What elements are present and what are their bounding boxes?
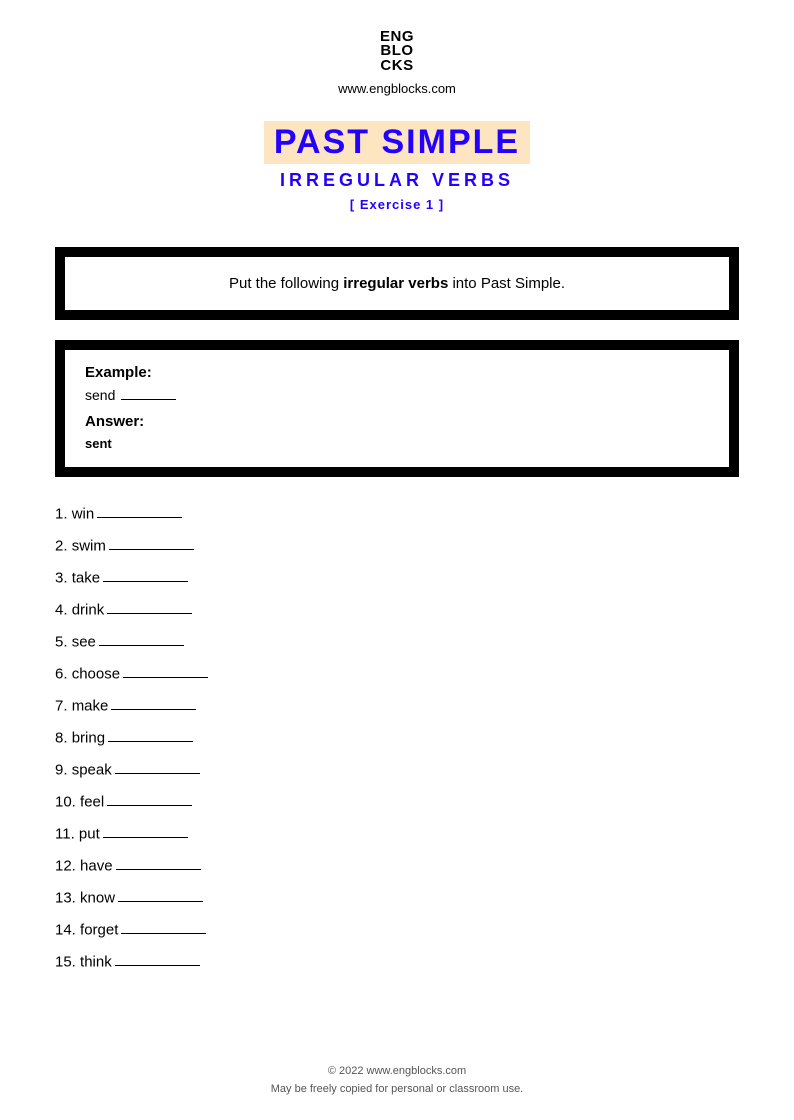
answer-blank[interactable]: [103, 569, 188, 583]
answer-blank[interactable]: [99, 633, 184, 647]
question-number: 5.: [55, 633, 72, 650]
instruction-box: Put the following irregular verbs into P…: [55, 247, 739, 320]
title-exercise: [ Exercise 1 ]: [55, 197, 739, 212]
example-box: Example: send Answer: sent: [55, 340, 739, 477]
question-row: 9. speak: [55, 761, 739, 779]
page-footer: © 2022 www.engblocks.com May be freely c…: [0, 1065, 794, 1095]
question-row: 7. make: [55, 697, 739, 715]
answer-blank[interactable]: [107, 601, 192, 615]
question-number: 10.: [55, 793, 80, 810]
question-word: make: [72, 697, 109, 714]
question-word: see: [72, 633, 96, 650]
question-word: feel: [80, 793, 104, 810]
question-row: 1. win: [55, 505, 739, 523]
instruction-pre: Put the following: [229, 275, 343, 292]
question-number: 2.: [55, 537, 72, 554]
question-word: forget: [80, 921, 118, 938]
question-word: bring: [72, 729, 105, 746]
question-word: take: [72, 569, 100, 586]
title-block: PAST SIMPLE IRREGULAR VERBS [ Exercise 1…: [55, 121, 739, 212]
question-number: 13.: [55, 889, 80, 906]
answer-blank[interactable]: [111, 697, 196, 711]
question-row: 11. put: [55, 825, 739, 843]
question-row: 4. drink: [55, 601, 739, 619]
answer-blank[interactable]: [109, 537, 194, 551]
instruction-bold: irregular verbs: [343, 275, 448, 292]
instruction-post: into Past Simple.: [448, 275, 565, 292]
question-row: 15. think: [55, 953, 739, 971]
footer-copyright: © 2022 www.engblocks.com: [0, 1065, 794, 1077]
question-word: have: [80, 857, 113, 874]
answer-blank[interactable]: [115, 761, 200, 775]
answer-blank[interactable]: [107, 793, 192, 807]
question-word: put: [79, 825, 100, 842]
example-label: Example:: [85, 364, 709, 381]
answer-blank[interactable]: [97, 505, 182, 519]
page-header: ENG BLO CKS www.engblocks.com: [55, 30, 739, 96]
answer-blank[interactable]: [121, 921, 206, 935]
questions-list: 1. win2. swim3. take4. drink5. see6. cho…: [55, 505, 739, 971]
question-number: 4.: [55, 601, 72, 618]
footer-license: May be freely copied for personal or cla…: [0, 1083, 794, 1095]
title-main: PAST SIMPLE: [264, 121, 530, 164]
question-word: choose: [72, 665, 120, 682]
answer-label: Answer:: [85, 413, 709, 430]
question-number: 3.: [55, 569, 72, 586]
question-word: drink: [72, 601, 105, 618]
question-row: 14. forget: [55, 921, 739, 939]
site-url: www.engblocks.com: [55, 81, 739, 96]
answer-blank[interactable]: [116, 857, 201, 871]
question-number: 8.: [55, 729, 72, 746]
question-word: think: [80, 953, 112, 970]
question-row: 2. swim: [55, 537, 739, 555]
question-number: 15.: [55, 953, 80, 970]
question-number: 1.: [55, 505, 72, 522]
example-row: send: [85, 387, 709, 403]
logo: ENG BLO CKS: [380, 30, 414, 73]
question-row: 8. bring: [55, 729, 739, 747]
question-row: 12. have: [55, 857, 739, 875]
question-word: speak: [72, 761, 112, 778]
question-row: 6. choose: [55, 665, 739, 683]
example-word: send: [85, 387, 115, 403]
logo-line-3: CKS: [380, 59, 414, 73]
question-word: swim: [72, 537, 106, 554]
question-row: 10. feel: [55, 793, 739, 811]
title-sub: IRREGULAR VERBS: [55, 170, 739, 191]
question-row: 5. see: [55, 633, 739, 651]
question-number: 14.: [55, 921, 80, 938]
question-number: 6.: [55, 665, 72, 682]
question-row: 3. take: [55, 569, 739, 587]
question-row: 13. know: [55, 889, 739, 907]
answer-blank[interactable]: [118, 889, 203, 903]
answer-blank[interactable]: [123, 665, 208, 679]
question-word: win: [72, 505, 95, 522]
answer-blank[interactable]: [108, 729, 193, 743]
question-number: 9.: [55, 761, 72, 778]
question-number: 11.: [55, 825, 79, 842]
question-word: know: [80, 889, 115, 906]
answer-word: sent: [85, 436, 709, 451]
answer-blank[interactable]: [103, 825, 188, 839]
example-blank: [121, 387, 176, 400]
question-number: 7.: [55, 697, 72, 714]
question-number: 12.: [55, 857, 80, 874]
answer-blank[interactable]: [115, 953, 200, 967]
